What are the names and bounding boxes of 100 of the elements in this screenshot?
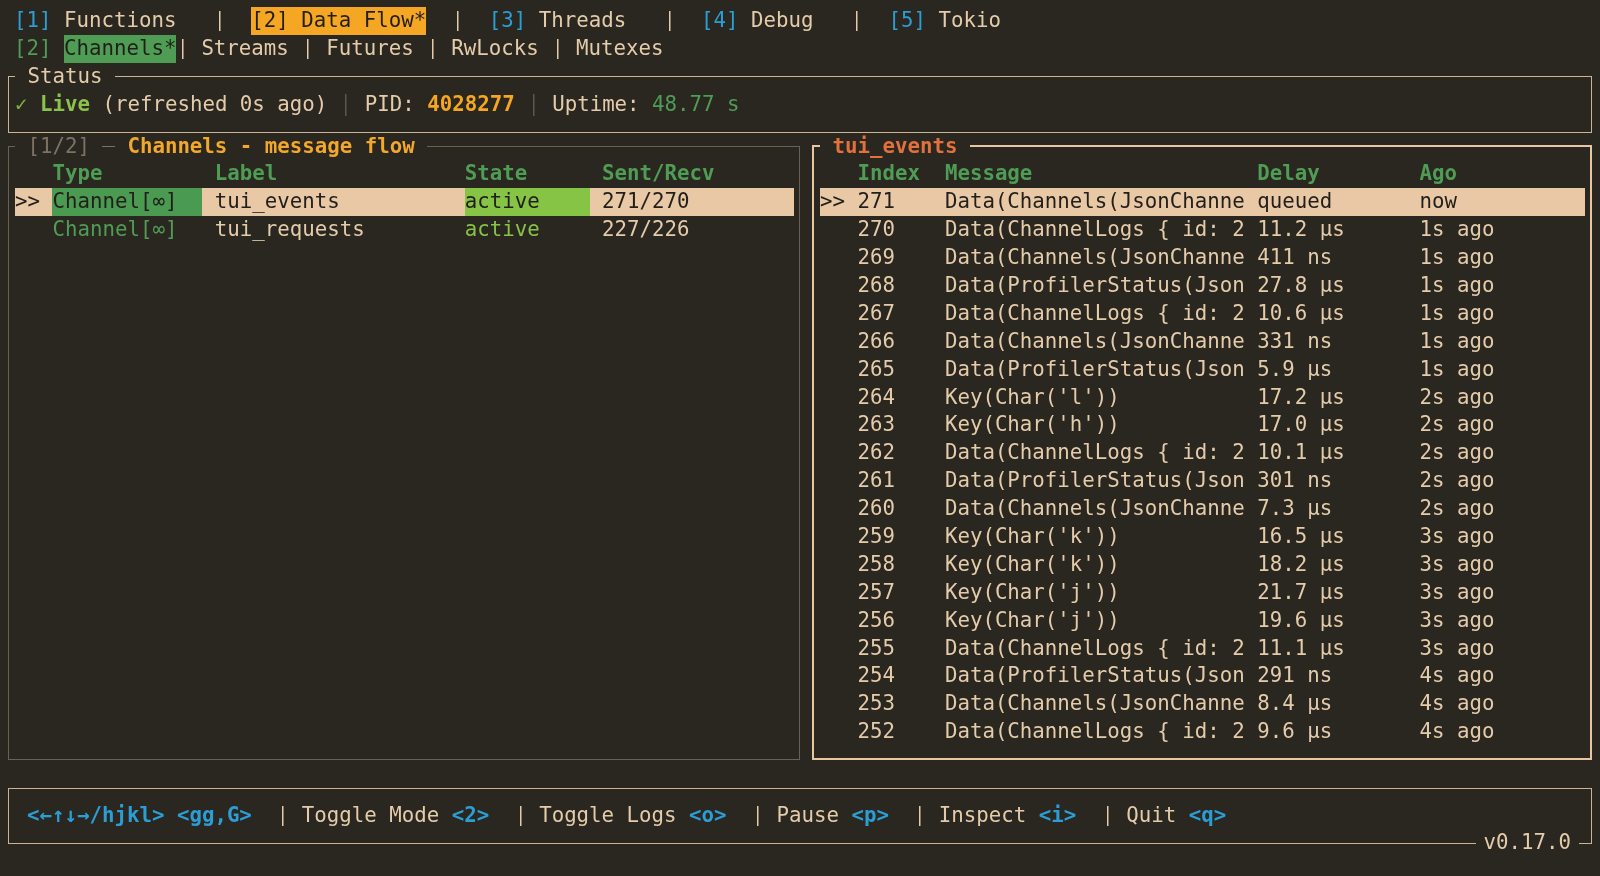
table-cell-text: 256	[857, 606, 896, 634]
shortcut-key: <i>	[1038, 802, 1077, 830]
table-cell-text: 253	[857, 690, 896, 718]
table-cell-text: Data(ChannelLogs { id: 2	[944, 299, 1246, 327]
page-indicator: [1/2]	[27, 132, 90, 160]
table-cell: active	[464, 188, 590, 217]
table-row[interactable]: 263 Key(Char('h')) 17.0 µs 2s ago	[820, 411, 1585, 440]
table-row[interactable]: 269 Data(Channels(JsonChanne 411 ns 1s ago	[820, 244, 1585, 272]
table-cell-text: Data(ChannelLogs { id: 2	[944, 439, 1246, 467]
table-cell-text: Data(Channels(JsonChanne	[944, 244, 1246, 272]
table-row[interactable]: 265 Data(ProfilerStatus(Json 5.9 µs 1s ago	[820, 355, 1585, 384]
live-status: Live	[40, 90, 90, 118]
subtab[interactable]: Mutexes	[576, 34, 664, 63]
column-header: Ago	[1419, 160, 1459, 188]
table-cell-text: Key(Char('j'))	[944, 578, 1121, 606]
table-row[interactable]: 261 Data(ProfilerStatus(Json 301 ns 2s ago	[820, 467, 1585, 496]
table-row[interactable]: 258 Key(Char('k')) 18.2 µs 3s ago	[820, 550, 1585, 579]
table-cell-text: 260	[857, 495, 896, 523]
table-row[interactable]: 257 Key(Char('j')) 21.7 µs 3s ago	[820, 578, 1585, 607]
table-cell-text: 1s ago	[1419, 355, 1496, 383]
shortcut-key: <gg,G>	[176, 802, 252, 830]
table-row[interactable]: 260 Data(Channels(JsonChanne 7.3 µs 2s ago	[820, 495, 1585, 523]
table-row[interactable]: >> Channel[∞] tui_events active 271/270	[15, 188, 794, 217]
panel-title: Channels - message flow	[127, 132, 415, 160]
table-row[interactable]: 256 Key(Char('j')) 19.6 µs 3s ago	[820, 606, 1585, 635]
section-number: [2]	[14, 34, 52, 62]
table-cell-text: 261	[857, 467, 896, 495]
tab[interactable]: [2] Data Flow*	[251, 7, 427, 35]
table-row[interactable]: 267 Data(ChannelLogs { id: 2 10.6 µs 1s ago	[820, 299, 1585, 328]
shortcut-label: Pause	[776, 802, 839, 830]
table-cell-text: 18.2 µs	[1257, 550, 1346, 578]
table-row[interactable]: 268 Data(ProfilerStatus(Json 27.8 µs 1s ago	[820, 272, 1585, 300]
tab[interactable]: [5] Tokio	[888, 7, 1001, 35]
subtab[interactable]: RwLocks	[451, 34, 539, 63]
table-cell-text: 17.2 µs	[1257, 383, 1346, 411]
table-cell-text: 3s ago	[1419, 523, 1496, 550]
tab[interactable]: [3] Threads	[488, 7, 627, 35]
table-cell-text: 2s ago	[1419, 439, 1496, 467]
column-header: Message	[944, 160, 1034, 188]
tab[interactable]: [4] Debug	[701, 7, 814, 35]
table-cell: Channel[∞]	[52, 188, 203, 217]
table-row[interactable]: 254 Data(ProfilerStatus(Json 291 ns 4s ago	[820, 662, 1585, 691]
table-cell-text: 19.6 µs	[1257, 606, 1346, 634]
table-cell-text: 1s ago	[1419, 272, 1496, 299]
table-cell-text: 11.1 µs	[1257, 634, 1346, 662]
table-cell-text: Data(Channels(JsonChanne	[944, 495, 1246, 523]
table-cell-text: 262	[857, 439, 896, 467]
panel-title: tui_events	[832, 132, 958, 160]
table-cell-text: 4s ago	[1419, 662, 1496, 690]
shortcut-key: <←↑↓→/hjkl>	[27, 802, 165, 830]
subtab[interactable]: Streams	[201, 34, 289, 63]
table-row[interactable]: >> 271 Data(Channels(JsonChanne queued now	[820, 188, 1585, 217]
table-cell-text: now	[1419, 188, 1459, 216]
table-cell-text: 4s ago	[1419, 690, 1496, 718]
column-header: Label	[214, 160, 279, 188]
table-cell-text: queued	[1257, 188, 1334, 216]
refresh-time: (refreshed 0s ago)	[102, 90, 328, 118]
subtab[interactable]: Futures	[326, 34, 414, 63]
table-cell-text: 227/226	[602, 216, 691, 244]
table-cell-text: 411 ns	[1257, 244, 1334, 272]
table-cell-text: 3s ago	[1419, 606, 1496, 634]
table-cell-text: 268	[857, 272, 896, 299]
table-cell-text: Data(ChannelLogs { id: 2	[944, 718, 1246, 746]
table-cell-text: 291 ns	[1257, 662, 1334, 690]
shortcut-label: Quit	[1126, 802, 1177, 830]
table-cell-text: Key(Char('j'))	[944, 606, 1121, 634]
table-row[interactable]: 270 Data(ChannelLogs { id: 2 11.2 µs 1s ago	[820, 216, 1585, 245]
table-cell-text: 2s ago	[1419, 467, 1496, 495]
shortcut-label: Inspect	[938, 802, 1027, 830]
table-cell-text: 11.2 µs	[1257, 216, 1346, 244]
check-icon: ✓	[15, 90, 28, 119]
table-cell-text: 269	[857, 244, 896, 272]
subtab[interactable]: Channels*	[63, 34, 177, 63]
table-row[interactable]: 262 Data(ChannelLogs { id: 2 10.1 µs 2s ago	[820, 439, 1585, 468]
table-cell-text: Data(ChannelLogs { id: 2	[944, 216, 1246, 244]
table-row[interactable]: 253 Data(Channels(JsonChanne 8.4 µs 4s ago	[820, 690, 1585, 719]
table-cell-text: 263	[857, 411, 896, 439]
table-cell-text: Data(Channels(JsonChanne	[944, 327, 1246, 355]
table-cell-text: Key(Char('l'))	[944, 383, 1121, 411]
table-cell-text: 1s ago	[1419, 244, 1496, 272]
table-row[interactable]: 266 Data(Channels(JsonChanne 331 ns 1s ago	[820, 327, 1585, 356]
uptime-label: Uptime:	[552, 90, 640, 118]
table-row[interactable]: Channel[∞] tui_requests active 227/226	[15, 216, 794, 245]
column-header: State	[464, 160, 529, 188]
row-cursor: >>	[15, 188, 41, 216]
table-row[interactable]: 259 Key(Char('k')) 16.5 µs 3s ago	[820, 523, 1585, 551]
shortcut-key: <p>	[851, 802, 889, 830]
table-row[interactable]: 252 Data(ChannelLogs { id: 2 9.6 µs 4s ago	[820, 718, 1585, 747]
table-cell-text: 255	[857, 634, 896, 662]
table-cell-text: 301 ns	[1257, 467, 1334, 495]
table-cell-text: 254	[857, 662, 896, 690]
table-cell-text: Data(Channels(JsonChanne	[944, 188, 1246, 216]
tab[interactable]: [1] Functions	[14, 7, 177, 35]
table-row[interactable]: 255 Data(ChannelLogs { id: 2 11.1 µs 3s ago	[820, 634, 1585, 663]
table-row[interactable]: 264 Key(Char('l')) 17.2 µs 2s ago	[820, 383, 1585, 412]
table-cell-text: tui_requests	[214, 216, 366, 244]
column-header: Index	[857, 160, 921, 188]
table-cell-text: 252	[857, 718, 896, 746]
shortcut-key: <q>	[1188, 802, 1227, 830]
table-cell-text: Key(Char('k'))	[944, 550, 1121, 578]
